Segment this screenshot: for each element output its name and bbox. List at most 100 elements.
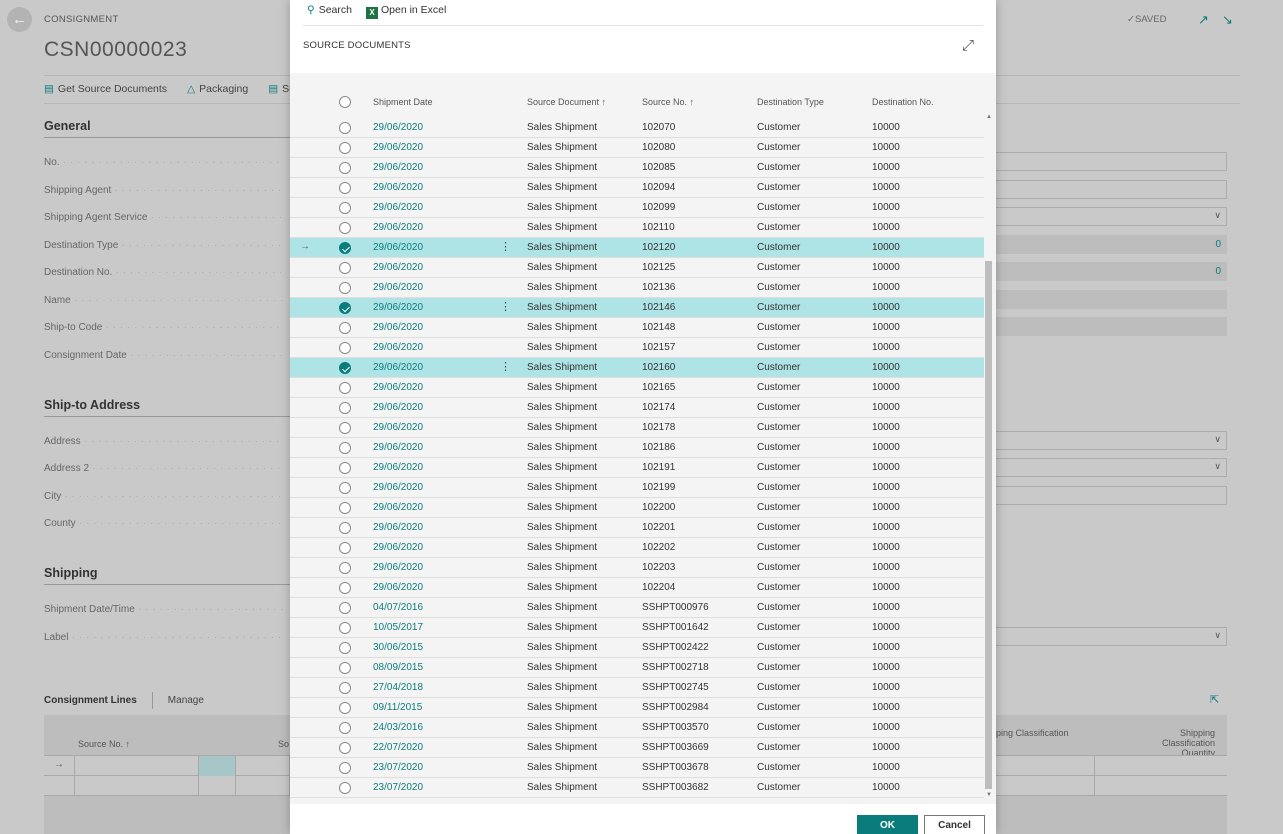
table-row[interactable]: 08/09/2015 Sales Shipment SSHPT002718 Custo…	[290, 658, 984, 678]
section-ship-to-title[interactable]: Ship-to Address	[44, 398, 140, 412]
ok-button[interactable]: OK	[857, 815, 918, 834]
row-select-checkbox[interactable]	[339, 162, 351, 174]
table-row[interactable]: 04/07/2016 Sales Shipment SSHPT000976 Custo…	[290, 598, 984, 618]
row-select-checkbox[interactable]	[339, 442, 351, 454]
col-source-no[interactable]: Source No. ↑	[642, 97, 694, 107]
cell-shipment-date[interactable]: 29/06/2020	[373, 482, 423, 493]
table-row[interactable]: 29/06/2020 Sales Shipment 102085 Customer 10…	[290, 158, 984, 178]
table-row[interactable]: 29/06/2020 Sales Shipment 102203 Customer 10…	[290, 558, 984, 578]
cell-shipment-date[interactable]: 29/06/2020	[373, 362, 423, 373]
expand-icon[interactable]: ⤢	[962, 37, 974, 54]
packaging-action[interactable]: △ Packaging	[187, 83, 248, 95]
row-select-checkbox[interactable]	[339, 562, 351, 574]
collapse-icon[interactable]: ↘	[1222, 12, 1233, 28]
section-shipping-title[interactable]: Shipping	[44, 566, 97, 580]
table-row[interactable]: 29/06/2020 Sales Shipment 102204 Customer 10…	[290, 578, 984, 598]
table-row[interactable]: 22/07/2020 Sales Shipment SSHPT003669 Custo…	[290, 738, 984, 758]
table-row[interactable]: 23/07/2020 Sales Shipment SSHPT003682 Custo…	[290, 778, 984, 798]
row-select-checkbox[interactable]	[339, 302, 351, 314]
table-row[interactable]: 29/06/2020 Sales Shipment 102080 Customer 10…	[290, 138, 984, 158]
table-row[interactable]: 30/06/2015 Sales Shipment SSHPT002422 Custo…	[290, 638, 984, 658]
table-row[interactable]: 29/06/2020 Sales Shipment 102146 Customer 10…	[290, 298, 984, 318]
table-row[interactable]: → 29/06/2020 Sales Shipment 102120 Customer 1…	[290, 238, 984, 258]
search-button[interactable]: ⚲ Search	[307, 4, 352, 19]
table-row[interactable]: 29/06/2020 Sales Shipment 102191 Customer 10…	[290, 458, 984, 478]
table-cell[interactable]	[995, 776, 1095, 796]
cell-shipment-date[interactable]: 29/06/2020	[373, 462, 423, 473]
table-row[interactable]: 27/04/2018 Sales Shipment SSHPT002745 Custo…	[290, 678, 984, 698]
cell-shipment-date[interactable]: 29/06/2020	[373, 182, 423, 193]
table-row[interactable]: 29/06/2020 Sales Shipment 102174 Customer 10…	[290, 398, 984, 418]
row-select-checkbox[interactable]	[339, 242, 351, 254]
cell-shipment-date[interactable]: 24/03/2016	[373, 722, 423, 733]
cell-shipment-date[interactable]: 29/06/2020	[373, 422, 423, 433]
cell-shipment-date[interactable]: 29/06/2020	[373, 302, 423, 313]
scrollbar[interactable]: ▲ ▼	[984, 114, 993, 804]
get-source-documents-action[interactable]: ▤ Get Source Documents	[44, 83, 167, 95]
table-row[interactable]: 29/06/2020 Sales Shipment 102199 Customer 10…	[290, 478, 984, 498]
scroll-down-icon[interactable]: ▼	[986, 792, 992, 798]
table-row[interactable]: 29/06/2020 Sales Shipment 102136 Customer 10…	[290, 278, 984, 298]
row-select-checkbox[interactable]	[339, 522, 351, 534]
row-actions-icon[interactable]: ⋮	[500, 240, 511, 253]
col-destination-no[interactable]: Destination No.	[872, 97, 934, 107]
row-select-checkbox[interactable]	[339, 322, 351, 334]
table-row[interactable]: 29/06/2020 Sales Shipment 102165 Customer 10…	[290, 378, 984, 398]
cancel-button[interactable]: Cancel	[924, 815, 985, 834]
table-row[interactable]: 23/07/2020 Sales Shipment SSHPT003678 Custo…	[290, 758, 984, 778]
no-field[interactable]	[995, 152, 1227, 171]
cell-shipment-date[interactable]: 27/04/2018	[373, 682, 423, 693]
table-row[interactable]: 29/06/2020 Sales Shipment 102201 Customer 10…	[290, 518, 984, 538]
row-select-checkbox[interactable]	[339, 282, 351, 294]
table-cell[interactable]	[75, 756, 199, 776]
cell-shipment-date[interactable]: 29/06/2020	[373, 382, 423, 393]
cell-shipment-date[interactable]: 29/06/2020	[373, 202, 423, 213]
cell-shipment-date[interactable]: 08/09/2015	[373, 662, 423, 673]
row-select-checkbox[interactable]	[339, 222, 351, 234]
lines-col-shipping-classification-quantity[interactable]: Shipping Classification Quantity	[1127, 728, 1215, 758]
row-select-checkbox[interactable]	[339, 342, 351, 354]
table-row[interactable]: 10/05/2017 Sales Shipment SSHPT001642 Custo…	[290, 618, 984, 638]
lines-col-source-no[interactable]: Source No. ↑	[78, 739, 130, 749]
cell-shipment-date[interactable]: 29/06/2020	[373, 122, 423, 133]
table-cell[interactable]	[236, 776, 290, 796]
row-select-checkbox[interactable]	[339, 762, 351, 774]
row-select-checkbox[interactable]	[339, 422, 351, 434]
open-new-window-icon[interactable]: ↗	[1198, 12, 1209, 28]
scrollbar-thumb[interactable]	[985, 261, 992, 789]
row-select-checkbox[interactable]	[339, 642, 351, 654]
cell-shipment-date[interactable]: 29/06/2020	[373, 582, 423, 593]
cell-shipment-date[interactable]: 29/06/2020	[373, 402, 423, 413]
table-row[interactable]: 29/06/2020 Sales Shipment 102157 Customer 10…	[290, 338, 984, 358]
col-shipment-date[interactable]: Shipment Date	[373, 97, 433, 107]
table-row[interactable]: 29/06/2020 Sales Shipment 102202 Customer 10…	[290, 538, 984, 558]
shipping-agent-service-field[interactable]: ∨	[995, 207, 1227, 226]
cell-shipment-date[interactable]: 22/07/2020	[373, 742, 423, 753]
row-select-checkbox[interactable]	[339, 402, 351, 414]
lines-col-shipping-classification[interactable]: ping Classification	[996, 728, 1069, 738]
shipping-agent-field[interactable]	[995, 180, 1227, 199]
label-field[interactable]: ∨	[995, 627, 1227, 646]
table-row[interactable]: 29/06/2020 Sales Shipment 102186 Customer 10…	[290, 438, 984, 458]
row-select-checkbox[interactable]	[339, 662, 351, 674]
row-select-checkbox[interactable]	[339, 182, 351, 194]
row-select-checkbox[interactable]	[339, 682, 351, 694]
row-select-checkbox[interactable]	[339, 722, 351, 734]
cell-shipment-date[interactable]: 23/07/2020	[373, 762, 423, 773]
cell-shipment-date[interactable]: 29/06/2020	[373, 282, 423, 293]
table-row[interactable]: 24/03/2016 Sales Shipment SSHPT003570 Custo…	[290, 718, 984, 738]
cell-shipment-date[interactable]: 29/06/2020	[373, 442, 423, 453]
row-select-checkbox[interactable]	[339, 542, 351, 554]
table-cell[interactable]	[199, 776, 236, 796]
select-all-radio[interactable]	[339, 96, 351, 108]
table-row[interactable]: 29/06/2020 Sales Shipment 102160 Customer 10…	[290, 358, 984, 378]
tab-manage[interactable]: Manage	[168, 695, 204, 706]
cell-shipment-date[interactable]: 29/06/2020	[373, 342, 423, 353]
table-cell[interactable]	[236, 756, 290, 776]
row-select-checkbox[interactable]	[339, 202, 351, 214]
cell-shipment-date[interactable]: 29/06/2020	[373, 162, 423, 173]
row-actions-icon[interactable]: ⋮	[500, 300, 511, 313]
table-row[interactable]: 29/06/2020 Sales Shipment 102094 Customer 10…	[290, 178, 984, 198]
cell-shipment-date[interactable]: 23/07/2020	[373, 782, 423, 793]
lines-col-source[interactable]: So	[278, 739, 289, 749]
